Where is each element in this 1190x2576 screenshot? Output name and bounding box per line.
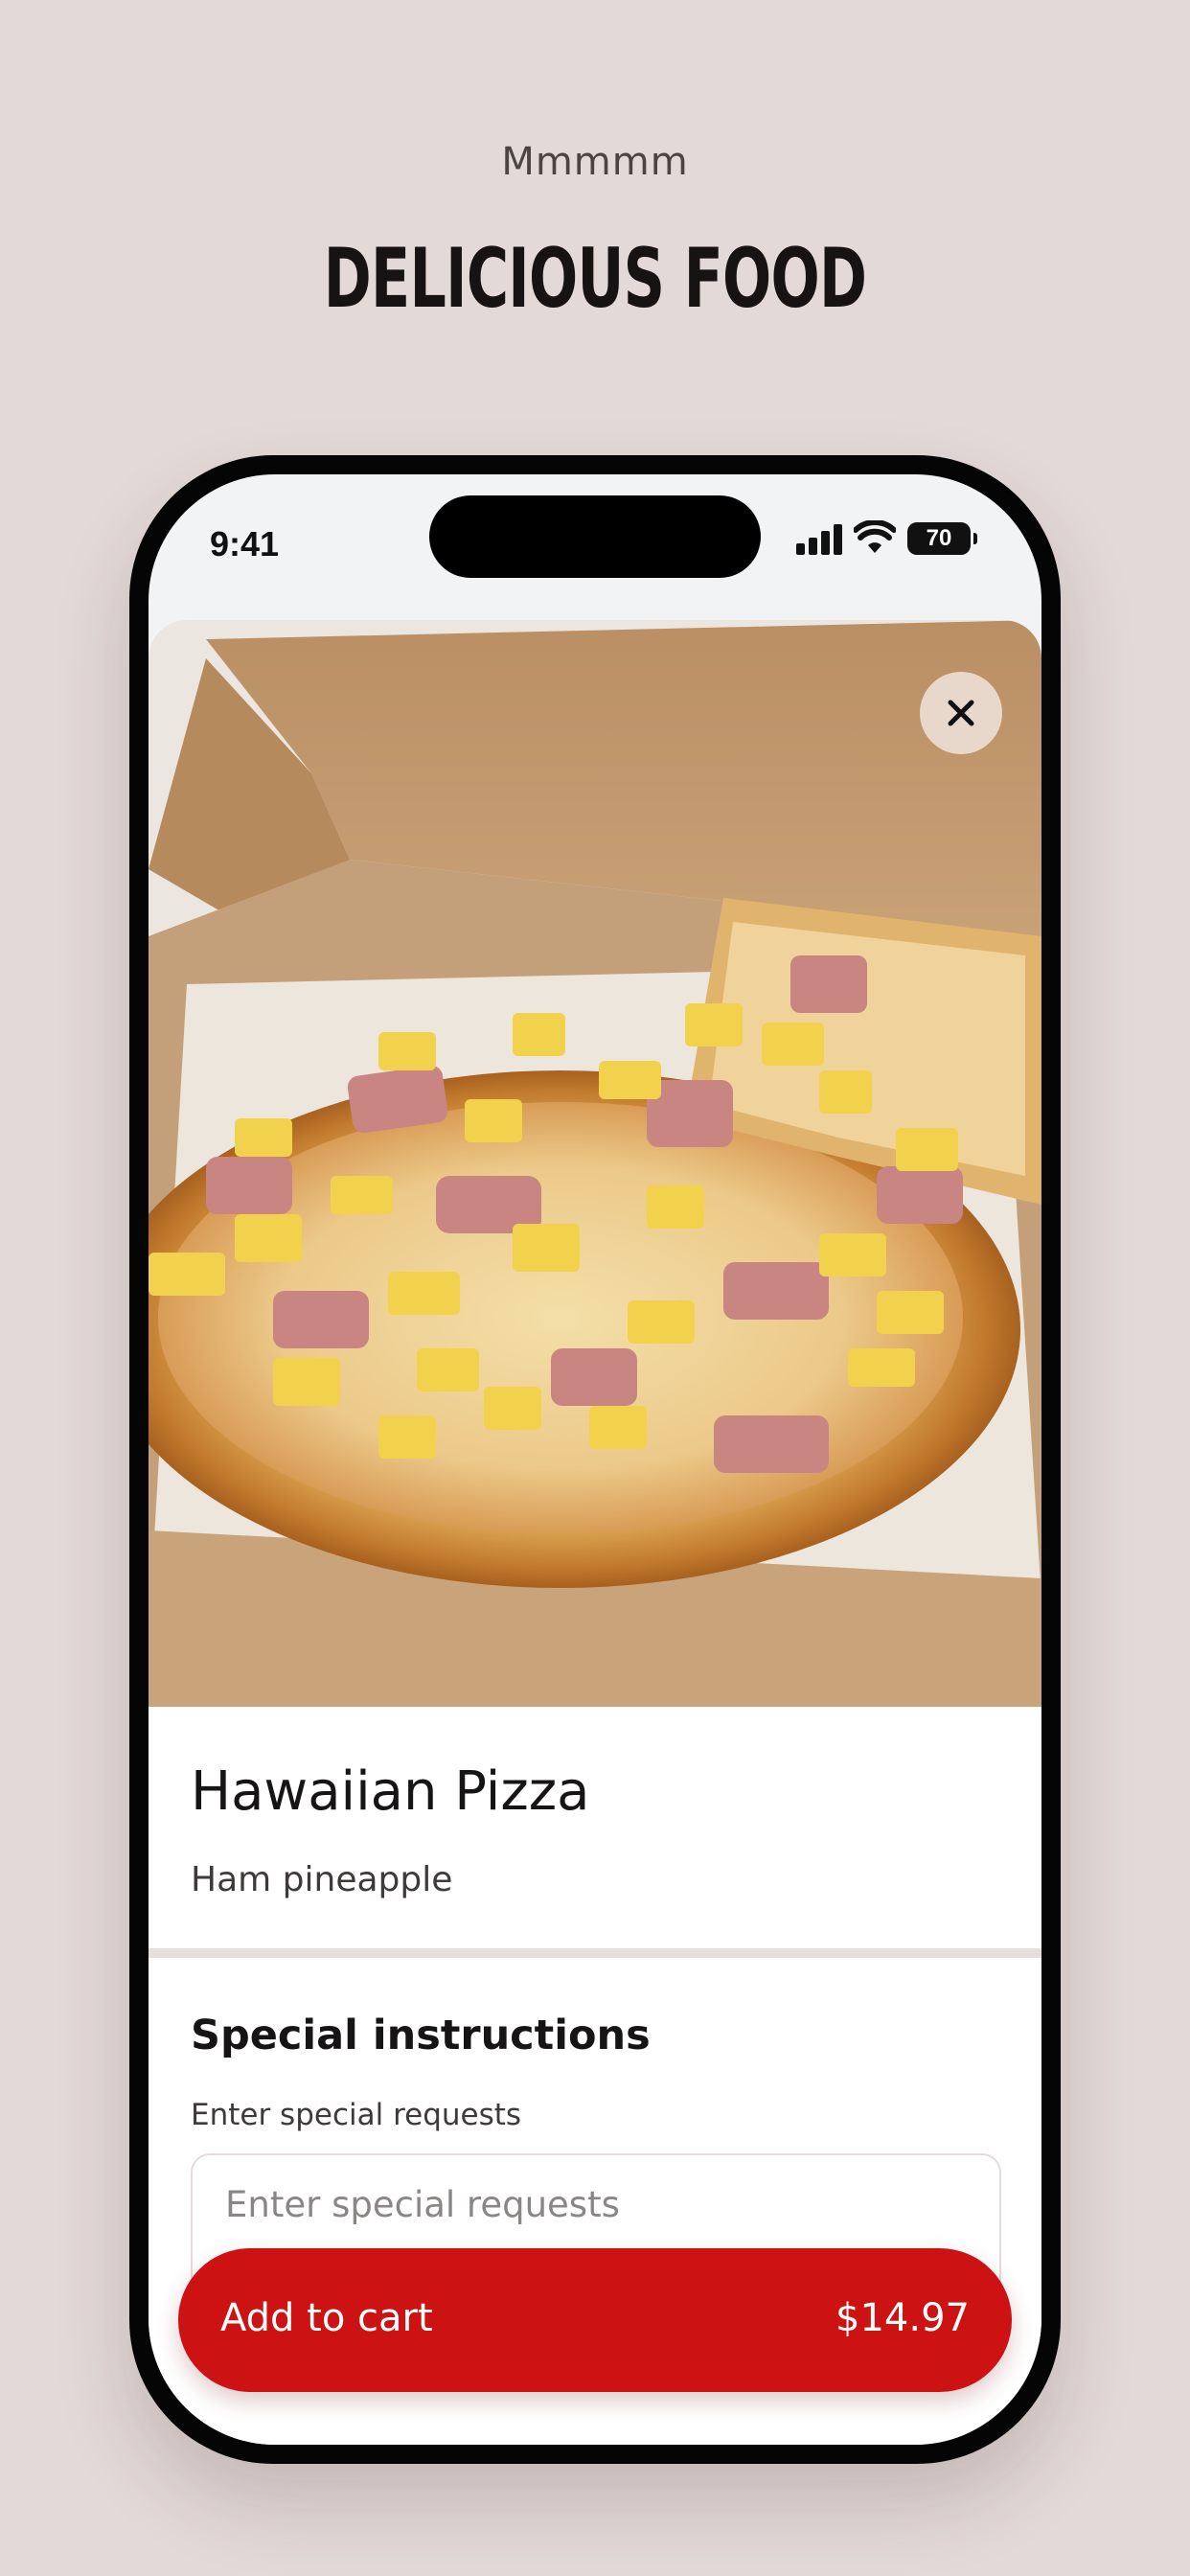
close-button[interactable] bbox=[920, 672, 1002, 754]
product-description: Ham pineapple bbox=[191, 1860, 453, 1899]
status-time: 9:41 bbox=[210, 524, 280, 564]
add-to-cart-label: Add to cart bbox=[220, 2296, 433, 2340]
battery-icon: 70 bbox=[907, 522, 977, 555]
pizza-image bbox=[149, 620, 1041, 1707]
phone-screen: 9:41 70 Hawaiian Pizza Ham pineapple Spe… bbox=[149, 474, 1041, 2445]
add-to-cart-button[interactable]: Add to cart $14.97 bbox=[178, 2248, 1012, 2392]
product-name: Hawaiian Pizza bbox=[191, 1760, 590, 1823]
product-sheet: Hawaiian Pizza Ham pineapple Special ins… bbox=[149, 620, 1041, 2445]
special-instructions-subtitle: Enter special requests bbox=[191, 2098, 522, 2132]
headline: DELICIOUS FOOD bbox=[323, 231, 867, 327]
dynamic-island bbox=[429, 495, 761, 578]
section-divider bbox=[149, 1948, 1041, 1958]
cart-price: $14.97 bbox=[835, 2296, 970, 2340]
status-bar: 9:41 70 bbox=[149, 474, 1041, 618]
wifi-icon bbox=[854, 520, 896, 553]
signal-icon bbox=[796, 522, 846, 555]
close-icon bbox=[948, 700, 974, 726]
special-instructions-title: Special instructions bbox=[191, 2012, 651, 2059]
phone-frame: 9:41 70 Hawaiian Pizza Ham pineapple Spe… bbox=[129, 455, 1061, 2464]
eyebrow-text: Mmmmm bbox=[501, 140, 689, 184]
